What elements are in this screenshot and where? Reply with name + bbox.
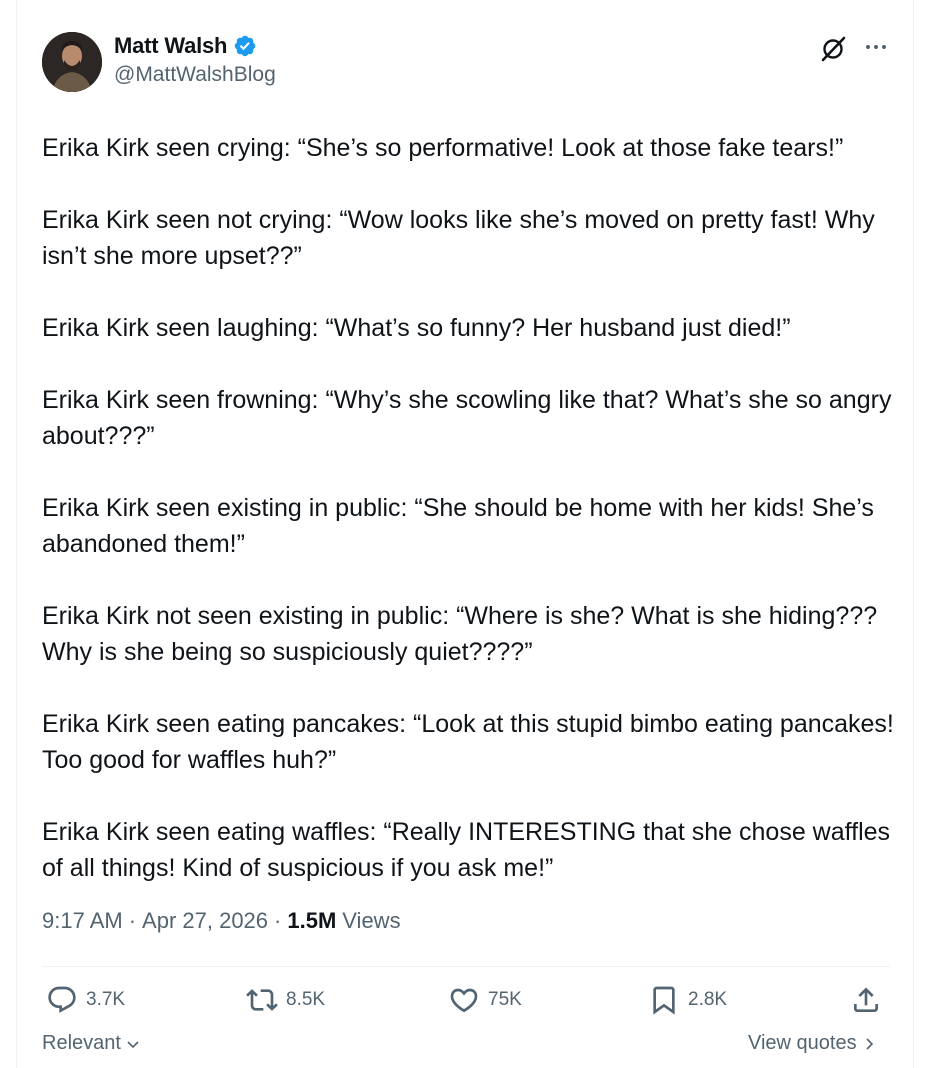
verified-badge-icon[interactable] bbox=[233, 34, 257, 58]
like-count: 75K bbox=[488, 989, 522, 1010]
tweet-paragraph: Erika Kirk seen existing in public: “She… bbox=[42, 494, 881, 558]
repost-button[interactable]: 8.5K bbox=[246, 984, 325, 1016]
tweet-paragraph: Erika Kirk seen not crying: “Wow looks l… bbox=[42, 206, 882, 270]
tweet-paragraph: Erika Kirk seen laughing: “What’s so fun… bbox=[42, 314, 791, 342]
reply-button[interactable]: 3.7K bbox=[46, 984, 125, 1016]
chevron-right-icon bbox=[866, 1037, 873, 1050]
reply-icon bbox=[48, 986, 76, 1013]
tweet-paragraph: Erika Kirk seen eating pancakes: “Look a… bbox=[42, 710, 901, 774]
heart-icon bbox=[450, 988, 478, 1013]
share-icon bbox=[854, 987, 878, 1012]
share-button[interactable] bbox=[850, 984, 882, 1016]
chevron-down-icon bbox=[127, 1040, 139, 1048]
more-icon[interactable] bbox=[860, 32, 892, 64]
tweet-text: Erika Kirk seen crying: “She’s so perfor… bbox=[42, 130, 902, 922]
tweet-time[interactable]: 9:17 AM bbox=[42, 908, 123, 934]
grok-icon[interactable] bbox=[818, 32, 850, 64]
tweet-paragraph: Erika Kirk seen crying: “She’s so perfor… bbox=[42, 134, 844, 162]
bookmark-button[interactable]: 2.8K bbox=[648, 984, 727, 1016]
reply-count: 3.7K bbox=[86, 989, 126, 1010]
like-button[interactable]: 75K bbox=[448, 984, 522, 1016]
author-display-name[interactable]: Matt Walsh bbox=[114, 33, 227, 59]
avatar[interactable] bbox=[42, 32, 102, 92]
tweet-paragraph: Erika Kirk seen frowning: “Why’s she sco… bbox=[42, 386, 899, 450]
tweet-paragraph: Erika Kirk seen eating waffles: “Really … bbox=[42, 818, 897, 882]
repost-icon bbox=[246, 989, 278, 1011]
divider bbox=[42, 966, 890, 967]
meta-separator: · bbox=[128, 908, 137, 933]
bookmark-count: 2.8K bbox=[688, 989, 728, 1010]
views-count: 1.5M bbox=[287, 908, 337, 933]
tweet-date[interactable]: Apr 27, 2026 bbox=[142, 908, 268, 934]
repost-count: 8.5K bbox=[286, 989, 326, 1010]
meta-separator: · bbox=[274, 908, 282, 933]
tweet-meta: 9:17 AM · Apr 27, 2026 · 1.5M Views bbox=[42, 908, 401, 934]
bookmark-icon bbox=[653, 986, 675, 1015]
views-label: Views bbox=[342, 908, 401, 933]
author-name-row: Matt Walsh bbox=[114, 33, 257, 59]
author-handle[interactable]: @MattWalshBlog bbox=[114, 63, 276, 87]
tweet-paragraph: Erika Kirk not seen existing in public: … bbox=[42, 602, 885, 666]
